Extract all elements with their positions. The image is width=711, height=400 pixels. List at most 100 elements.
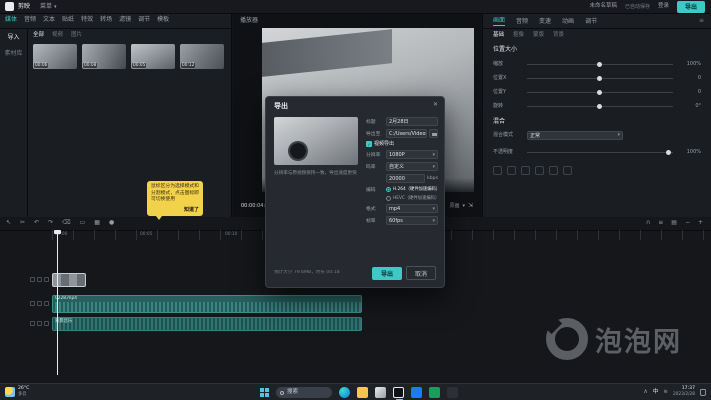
slider-knob[interactable]: [597, 104, 602, 109]
preset-button[interactable]: [549, 166, 558, 175]
codec-radio-hevc[interactable]: [386, 196, 391, 201]
quality-selector[interactable]: 原画: [449, 203, 459, 209]
clock-widget[interactable]: 17:37 2023/2/28: [673, 386, 695, 397]
zoom-in-icon[interactable]: +: [698, 219, 703, 226]
select-tool-icon[interactable]: ↖: [6, 219, 11, 226]
music-icon[interactable]: [429, 387, 440, 398]
split-tool-icon[interactable]: ✂: [20, 219, 25, 226]
position-y-slider[interactable]: [527, 92, 673, 93]
ime-indicator[interactable]: 中: [653, 389, 659, 396]
tab-picture[interactable]: 画面: [493, 17, 505, 26]
tab-sticker[interactable]: 贴纸: [62, 16, 74, 23]
slider-knob[interactable]: [597, 76, 602, 81]
mute-icon[interactable]: [37, 321, 42, 326]
blend-mode-dropdown[interactable]: 正常 ▾: [527, 131, 623, 140]
lock-icon[interactable]: [30, 321, 35, 326]
close-icon[interactable]: ✕: [433, 101, 438, 108]
link-icon[interactable]: ≡: [658, 219, 663, 226]
preset-button[interactable]: [563, 166, 572, 175]
tab-audio-props[interactable]: 音频: [516, 18, 528, 25]
slider-knob[interactable]: [666, 150, 671, 155]
tab-media[interactable]: 媒体: [5, 16, 17, 23]
collapse-panel-icon[interactable]: ≡: [699, 17, 704, 24]
fullscreen-icon[interactable]: ⇲: [468, 202, 473, 209]
login-button[interactable]: 登录: [658, 3, 669, 10]
folder-icon[interactable]: [429, 129, 438, 138]
preset-button[interactable]: [493, 166, 502, 175]
crop-icon[interactable]: ▦: [94, 219, 100, 226]
subtab-basic[interactable]: 基础: [493, 32, 504, 39]
mute-icon[interactable]: [37, 277, 42, 282]
lock-icon[interactable]: [30, 277, 35, 282]
preset-button[interactable]: [521, 166, 530, 175]
tab-transition[interactable]: 转场: [100, 16, 112, 23]
tooltip-confirm-button[interactable]: 知道了: [151, 206, 199, 213]
lock-icon[interactable]: [30, 301, 35, 306]
start-button[interactable]: [260, 388, 269, 397]
settings-icon[interactable]: [447, 387, 458, 398]
record-icon[interactable]: ●: [109, 219, 114, 226]
video-export-checkbox[interactable]: ✓: [366, 141, 372, 147]
filter-all[interactable]: 全部: [33, 32, 44, 39]
tab-effect[interactable]: 特效: [81, 16, 93, 23]
menu-button[interactable]: 菜单: [40, 3, 52, 10]
resolution-dropdown[interactable]: 1080P ▾: [386, 150, 438, 159]
hide-icon[interactable]: [44, 277, 49, 282]
tab-speed[interactable]: 变速: [539, 18, 551, 25]
slider-knob[interactable]: [597, 62, 602, 67]
preset-button[interactable]: [507, 166, 516, 175]
filter-video[interactable]: 视频: [52, 32, 63, 39]
slider-knob[interactable]: [597, 90, 602, 95]
preview-axis-icon[interactable]: ▤: [671, 219, 677, 226]
capcut-icon[interactable]: [393, 387, 404, 398]
path-field[interactable]: C:/Users/Videos: [386, 129, 427, 138]
tab-animation[interactable]: 动画: [562, 18, 574, 25]
codec-radio-h264[interactable]: [386, 187, 391, 192]
media-clip-thumb[interactable]: 00:05: [131, 44, 175, 69]
media-clip-thumb[interactable]: 00:12: [180, 44, 224, 69]
tab-audio[interactable]: 音频: [24, 16, 36, 23]
subtab-cutout[interactable]: 抠像: [513, 32, 524, 39]
preset-button[interactable]: [535, 166, 544, 175]
format-dropdown[interactable]: mp4 ▾: [386, 204, 438, 213]
rotate-slider[interactable]: [527, 106, 673, 107]
scale-slider[interactable]: [527, 64, 673, 65]
store-icon[interactable]: [411, 387, 422, 398]
subtab-background[interactable]: 背景: [553, 32, 564, 39]
media-clip-thumb[interactable]: 00:06: [33, 44, 77, 69]
subtab-mask[interactable]: 蒙版: [533, 32, 544, 39]
bitrate-dropdown[interactable]: 自定义 ▾: [386, 162, 438, 171]
media-clip-thumb[interactable]: 00:08: [82, 44, 126, 69]
undo-icon[interactable]: ↶: [34, 219, 39, 226]
mute-icon[interactable]: [37, 301, 42, 306]
delete-icon[interactable]: ⌫: [62, 219, 70, 226]
subnav-library[interactable]: 素材库: [0, 50, 27, 57]
hide-icon[interactable]: [44, 301, 49, 306]
subnav-import[interactable]: 导入: [0, 34, 27, 41]
tab-template[interactable]: 模板: [157, 16, 169, 23]
name-field[interactable]: 2月28日: [386, 117, 438, 126]
timeline-clip-audio[interactable]: 背景音乐: [52, 317, 362, 331]
fps-dropdown[interactable]: 60fps ▾: [386, 216, 438, 225]
export-confirm-button[interactable]: 导出: [372, 267, 402, 280]
tab-filter[interactable]: 滤镜: [119, 16, 131, 23]
weather-widget[interactable]: 26°C 多云: [5, 386, 29, 397]
mirror-icon[interactable]: ▭: [80, 219, 86, 226]
export-cancel-button[interactable]: 取消: [406, 266, 436, 280]
tray-chevron-up-icon[interactable]: ∧: [643, 388, 647, 395]
position-x-slider[interactable]: [527, 78, 673, 79]
magnet-icon[interactable]: ∩: [646, 219, 650, 226]
hide-icon[interactable]: [44, 321, 49, 326]
redo-icon[interactable]: ↷: [48, 219, 53, 226]
folder-icon[interactable]: [357, 387, 368, 398]
edge-icon[interactable]: [339, 387, 350, 398]
timeline-clip-video[interactable]: 0228.mp4: [52, 295, 362, 313]
photos-icon[interactable]: [375, 387, 386, 398]
search-box[interactable]: 搜索: [276, 387, 332, 398]
bitrate-custom-field[interactable]: 20000: [386, 174, 425, 183]
network-icon[interactable]: ≋: [663, 389, 668, 396]
notification-icon[interactable]: [700, 389, 706, 396]
opacity-slider[interactable]: [527, 152, 673, 153]
tab-text[interactable]: 文本: [43, 16, 55, 23]
tab-adjust[interactable]: 调节: [138, 16, 150, 23]
